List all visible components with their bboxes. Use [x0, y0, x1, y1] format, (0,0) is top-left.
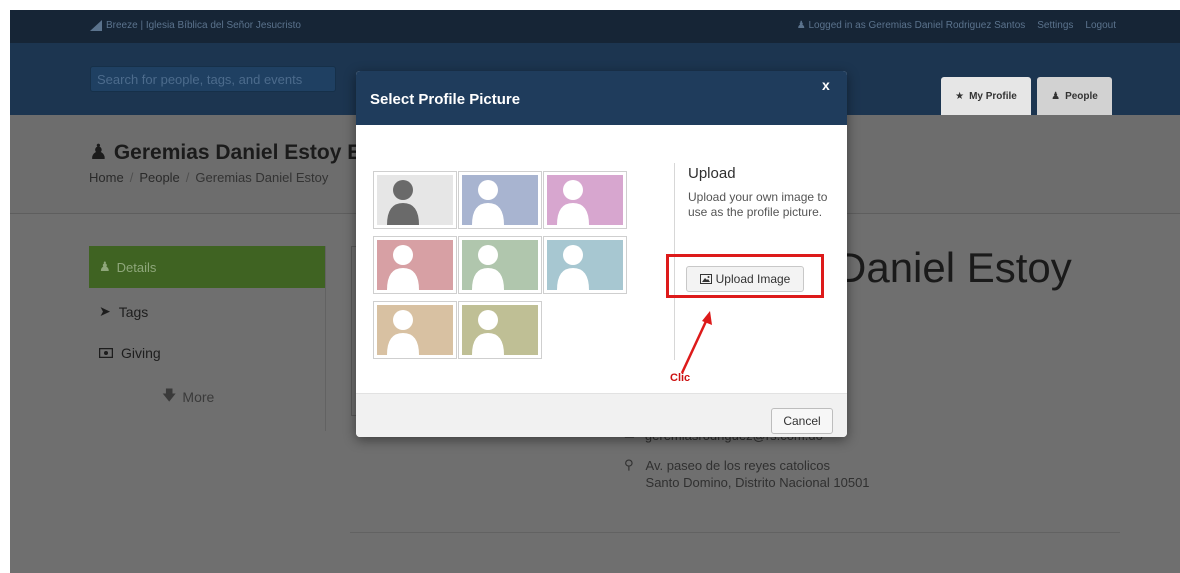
user-icon: ♟	[89, 141, 108, 164]
avatar-option-6[interactable]	[543, 236, 627, 294]
avatar-silhouette-icon	[547, 240, 623, 290]
modal-footer: Cancel	[356, 393, 847, 437]
avatar-option-7[interactable]	[373, 301, 457, 359]
user-icon: ♟	[1051, 90, 1061, 102]
upload-description: Upload your own image to use as the prof…	[688, 190, 828, 219]
sidebar-item-details[interactable]: ♟ Details	[89, 246, 325, 288]
avatar-silhouette-icon	[377, 240, 453, 290]
avatar-option-3[interactable]	[543, 171, 627, 229]
brand-text: Breeze | Iglesia Bíblica del Señor Jesuc…	[106, 20, 301, 31]
breadcrumb: Home / People / Geremias Daniel Estoy	[89, 170, 329, 185]
select-profile-picture-modal: Select Profile Picture x Upload Upload y…	[356, 71, 847, 437]
avatar-silhouette-icon	[462, 240, 538, 290]
tab-my-profile[interactable]: ★ My Profile	[941, 77, 1031, 115]
arrow-down-icon: 🡇	[162, 387, 177, 403]
tags-icon: ➤	[99, 303, 111, 319]
modal-header: Select Profile Picture x	[356, 71, 847, 125]
annotation-arrow-icon	[680, 311, 712, 374]
profile-big-name: Daniel Estoy	[836, 244, 1072, 291]
annotation-highlight-box	[666, 254, 824, 298]
avatar-silhouette-icon	[377, 175, 453, 225]
page-backdrop: Breeze | Iglesia Bíblica del Señor Jesuc…	[10, 10, 1180, 573]
avatar-silhouette-icon	[547, 175, 623, 225]
money-icon	[99, 348, 113, 358]
section-divider	[350, 532, 1120, 533]
close-icon[interactable]: x	[822, 77, 830, 93]
cancel-button[interactable]: Cancel	[771, 408, 833, 434]
breadcrumb-home[interactable]: Home	[89, 170, 124, 185]
sidebar-item-tags[interactable]: ➤ Tags	[99, 303, 148, 320]
user-icon: ♟	[99, 259, 111, 274]
annotation-label: Clic	[670, 372, 691, 384]
top-bar: Breeze | Iglesia Bíblica del Señor Jesuc…	[10, 10, 1180, 43]
sidebar-item-giving[interactable]: Giving	[99, 345, 161, 361]
avatar-silhouette-icon	[462, 175, 538, 225]
logged-in-label: ♟ Logged in as Geremias Daniel Rodriguez…	[796, 20, 1026, 31]
avatar-option-4[interactable]	[373, 236, 457, 294]
search-input[interactable]: Search for people, tags, and events	[90, 66, 336, 92]
breadcrumb-current: Geremias Daniel Estoy	[195, 170, 329, 185]
avatar-silhouette-icon	[377, 305, 453, 355]
address-line-2: Santo Domino, Distrito Nacional 10501	[645, 475, 870, 490]
avatar-option-2[interactable]	[458, 171, 542, 229]
avatar-option-5[interactable]	[458, 236, 542, 294]
page-title: ♟ Geremias Daniel Estoy E	[89, 140, 362, 165]
brand-link[interactable]: Breeze | Iglesia Bíblica del Señor Jesuc…	[90, 20, 301, 31]
profile-address: ⚲ Av. paseo de los reyes catolicos Santo…	[624, 457, 870, 491]
sidebar-more-link[interactable]: 🡇 More	[162, 385, 214, 409]
user-icon: ♟	[796, 20, 806, 31]
modal-title: Select Profile Picture	[370, 91, 521, 108]
sidebar-divider	[325, 246, 326, 431]
avatar-option-1[interactable]	[373, 171, 457, 229]
address-line-1: Av. paseo de los reyes catolicos	[645, 458, 831, 473]
star-icon: ★	[955, 90, 965, 102]
map-marker-icon: ⚲	[624, 457, 634, 472]
logout-link[interactable]: Logout	[1085, 20, 1116, 31]
breadcrumb-people[interactable]: People	[139, 170, 179, 185]
tab-people[interactable]: ♟ People	[1037, 77, 1112, 115]
avatar-silhouette-icon	[462, 305, 538, 355]
avatar-option-8[interactable]	[458, 301, 542, 359]
upload-heading: Upload	[688, 165, 736, 182]
breeze-logo-icon	[90, 20, 102, 31]
settings-link[interactable]: Settings	[1037, 20, 1073, 31]
